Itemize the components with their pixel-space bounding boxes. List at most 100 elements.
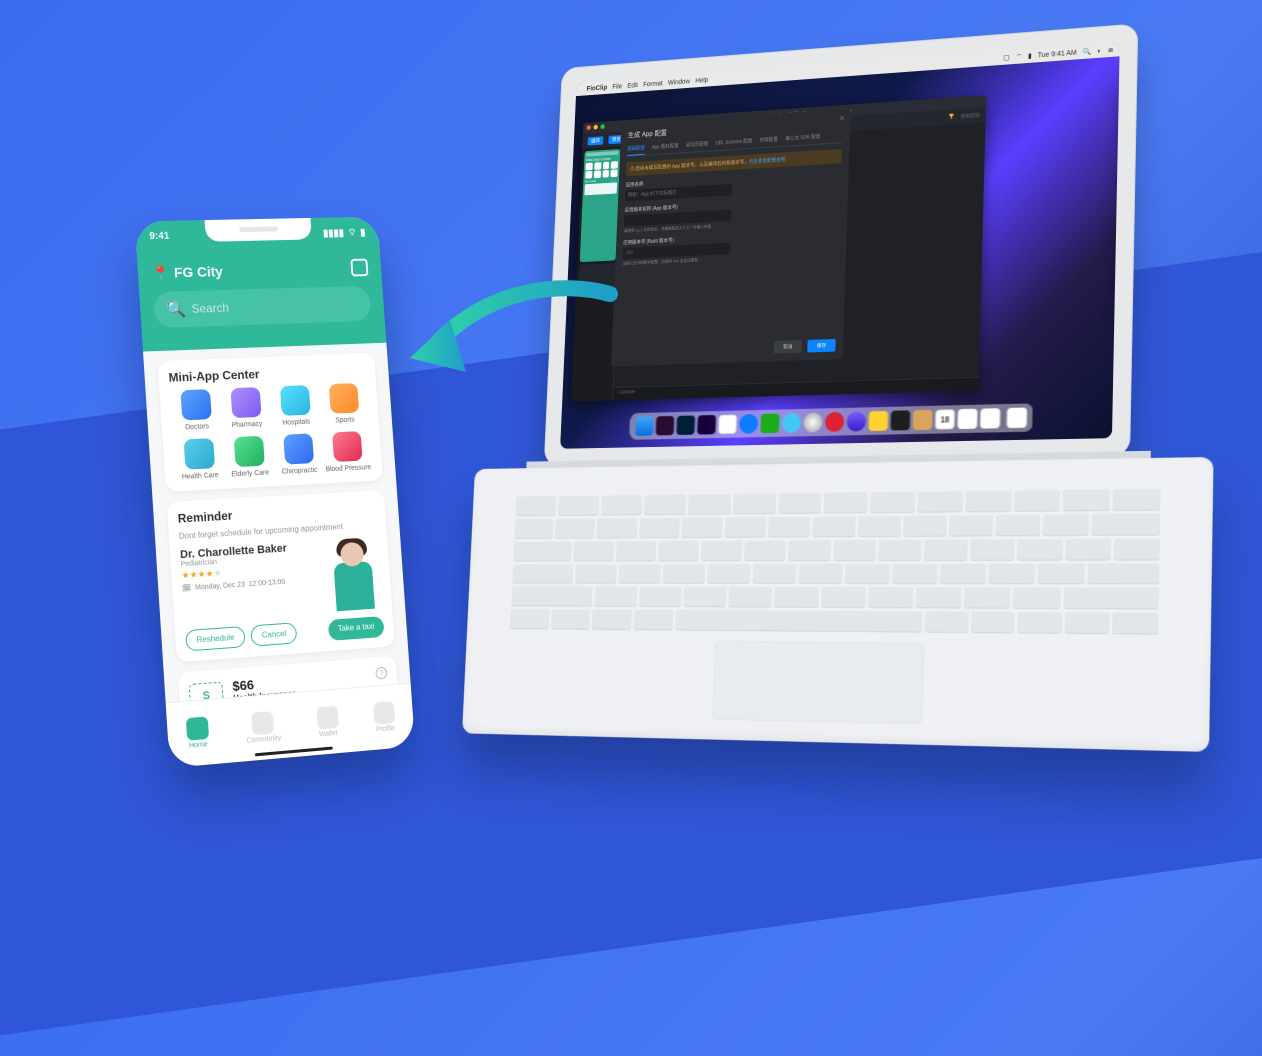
- dock-app-icon[interactable]: [980, 408, 1000, 429]
- battery-icon: ▮: [360, 228, 366, 239]
- dock-calendar-icon[interactable]: 18: [935, 409, 955, 429]
- ide-window: finclip-miniprogram-FinClip | 前端开发工具 服务器…: [571, 95, 986, 401]
- menubar-clock[interactable]: Tue 9:41 AM: [1038, 49, 1077, 59]
- menubar-window[interactable]: Window: [668, 78, 690, 86]
- miniapp-pharmacy[interactable]: Pharmacy: [220, 387, 272, 430]
- appt-date: Monday, Dec 23: [195, 581, 245, 591]
- dlg-tab-perm[interactable]: 权限配置: [760, 136, 779, 144]
- tab-community[interactable]: Community: [245, 710, 282, 744]
- menubar-help[interactable]: Help: [695, 77, 708, 84]
- dlg-tab-urlscheme[interactable]: URL Scheme 配置: [715, 138, 752, 147]
- dlg-tab-sdk[interactable]: 第三方 SDK 配置: [785, 133, 820, 142]
- home-icon: [186, 716, 209, 740]
- dialog-cancel-button[interactable]: 取消: [774, 340, 802, 354]
- dock-app-icon[interactable]: [718, 414, 737, 434]
- devtools-styles-panel: Styles Layout Event Listeners Filter :ho…: [1118, 78, 1120, 326]
- miniapp-chiro[interactable]: Chiropractic: [273, 433, 325, 476]
- mac-desktop: FinClip File Edit Format Window Help ▢ ⌔…: [560, 42, 1120, 448]
- tab-profile[interactable]: Profile: [373, 701, 396, 734]
- dlg-tab-basic[interactable]: 基础配置: [627, 145, 645, 156]
- tb-help[interactable]: 使用帮助: [960, 112, 980, 120]
- dock-app-icon[interactable]: [957, 409, 977, 429]
- help-icon[interactable]: ?: [375, 667, 387, 680]
- dock-music-icon[interactable]: [825, 412, 845, 432]
- hospitals-icon: [279, 385, 310, 416]
- phone-body: Mini-App Center Doctors Pharmacy Hospita…: [143, 343, 411, 703]
- search-bar[interactable]: 🔍: [153, 286, 372, 328]
- laptop-base: [462, 457, 1214, 752]
- dock-trash-icon[interactable]: [1007, 408, 1027, 429]
- miniapp-sports[interactable]: Sports: [318, 383, 369, 425]
- maximize-icon[interactable]: [600, 124, 605, 129]
- dock-app-icon[interactable]: [739, 414, 758, 434]
- miniapp-healthcare[interactable]: Health Care: [173, 438, 226, 482]
- spotlight-icon[interactable]: 🔍: [1083, 48, 1092, 57]
- search-icon: 🔍: [165, 299, 186, 320]
- take-taxi-button[interactable]: Take a taxi: [328, 616, 385, 641]
- generate-app-dialog: ✕ 生成 App 配置 基础配置 App 图标配置 启动页配置 URL Sche…: [611, 108, 851, 366]
- dlg-warn-text: 您尚未填写配置的 App 版本号，以及编译后的新版本号，: [635, 159, 748, 172]
- airplay-icon[interactable]: ▢: [1003, 54, 1010, 62]
- doctor-photo: [324, 537, 382, 612]
- miniapp-doctors[interactable]: Doctors: [169, 389, 222, 432]
- dlg-warn-link[interactable]: 点击查看配置说明: [749, 157, 786, 165]
- trophy-icon[interactable]: 🏆: [949, 114, 955, 120]
- doctors-icon: [180, 389, 212, 420]
- dock-app-icon[interactable]: [913, 410, 933, 430]
- dlg-field-build: 应用版本号 (Build 版本号) 当前只支持纯数字配置，后续的 IDE 会自动…: [622, 229, 839, 267]
- dlg-tab-launch[interactable]: 启动页配置: [686, 140, 709, 148]
- laptop-screen-bezel: FinClip File Edit Format Window Help ▢ ⌔…: [544, 23, 1139, 466]
- menubar-app-name[interactable]: FinClip: [586, 84, 607, 92]
- menubar-format[interactable]: Format: [643, 80, 663, 88]
- wallet-icon: [316, 706, 339, 730]
- cancel-appt-button[interactable]: Cancel: [250, 622, 297, 646]
- search-input[interactable]: [191, 297, 359, 316]
- healthcare-icon: [183, 438, 215, 470]
- calendar-icon: 🗓: [182, 584, 191, 593]
- miniapp-elderly[interactable]: Elderly Care: [223, 435, 275, 478]
- dock-sketch-icon[interactable]: [868, 411, 888, 431]
- dock-aftereffects-icon[interactable]: [697, 415, 716, 435]
- mac-dock: 18: [630, 403, 1034, 439]
- dock-flutter-icon[interactable]: [782, 413, 801, 433]
- control-center-icon[interactable]: ≣: [1108, 46, 1114, 54]
- miniapp-hospitals[interactable]: Hospitals: [269, 385, 321, 428]
- dock-wechat-icon[interactable]: [760, 413, 779, 433]
- close-icon[interactable]: [586, 125, 591, 130]
- battery-icon[interactable]: ▮: [1028, 52, 1032, 60]
- wifi-icon[interactable]: ⌔: [1016, 52, 1023, 61]
- chiro-icon: [283, 433, 314, 464]
- scan-icon[interactable]: [350, 259, 368, 277]
- dialog-save-button[interactable]: 保存: [807, 339, 836, 353]
- laptop-trackpad: [712, 641, 924, 725]
- status-time: 9:41: [149, 231, 170, 244]
- siri-icon[interactable]: ◐: [1097, 47, 1101, 54]
- dlg-tab-icon[interactable]: App 图标配置: [652, 142, 679, 150]
- location-row[interactable]: 📍 FG City: [151, 259, 368, 282]
- dock-app-icon[interactable]: [803, 412, 822, 432]
- miniapp-bp[interactable]: Blood Pressure: [322, 431, 373, 474]
- menubar-file[interactable]: File: [612, 83, 622, 90]
- dlg-input-appname[interactable]: [625, 184, 732, 201]
- tab-home[interactable]: Home: [186, 716, 210, 750]
- menubar-edit[interactable]: Edit: [627, 82, 638, 89]
- dock-app-icon[interactable]: [846, 411, 866, 431]
- phone-mock: 9:41 ▮▮▮▮ ⌔ ▮ 📍 FG City 🔍 Mini-App Cente…: [135, 217, 415, 768]
- profile-icon: [373, 701, 395, 725]
- dock-finder-icon[interactable]: [635, 416, 654, 435]
- tb-compile-button[interactable]: 编译: [588, 136, 604, 145]
- dock-photoshop-icon[interactable]: [676, 415, 695, 435]
- sim-phone-preview[interactable]: Mini-App Center Reminder: [580, 149, 621, 262]
- dlg-label-appname: 应用名称: [626, 182, 644, 189]
- transfer-arrow-icon: [380, 280, 620, 420]
- elderly-icon: [233, 436, 264, 467]
- laptop-keyboard: [510, 489, 1160, 635]
- dialog-close-icon[interactable]: ✕: [839, 114, 845, 122]
- reschedule-button[interactable]: Reshedule: [185, 626, 246, 652]
- tab-wallet[interactable]: Wallet: [316, 706, 339, 739]
- minimize-icon[interactable]: [593, 125, 598, 130]
- community-icon: [251, 711, 274, 735]
- dock-figma-icon[interactable]: [890, 410, 910, 430]
- dock-illustrator-icon[interactable]: [656, 416, 675, 436]
- location-text: FG City: [174, 263, 224, 280]
